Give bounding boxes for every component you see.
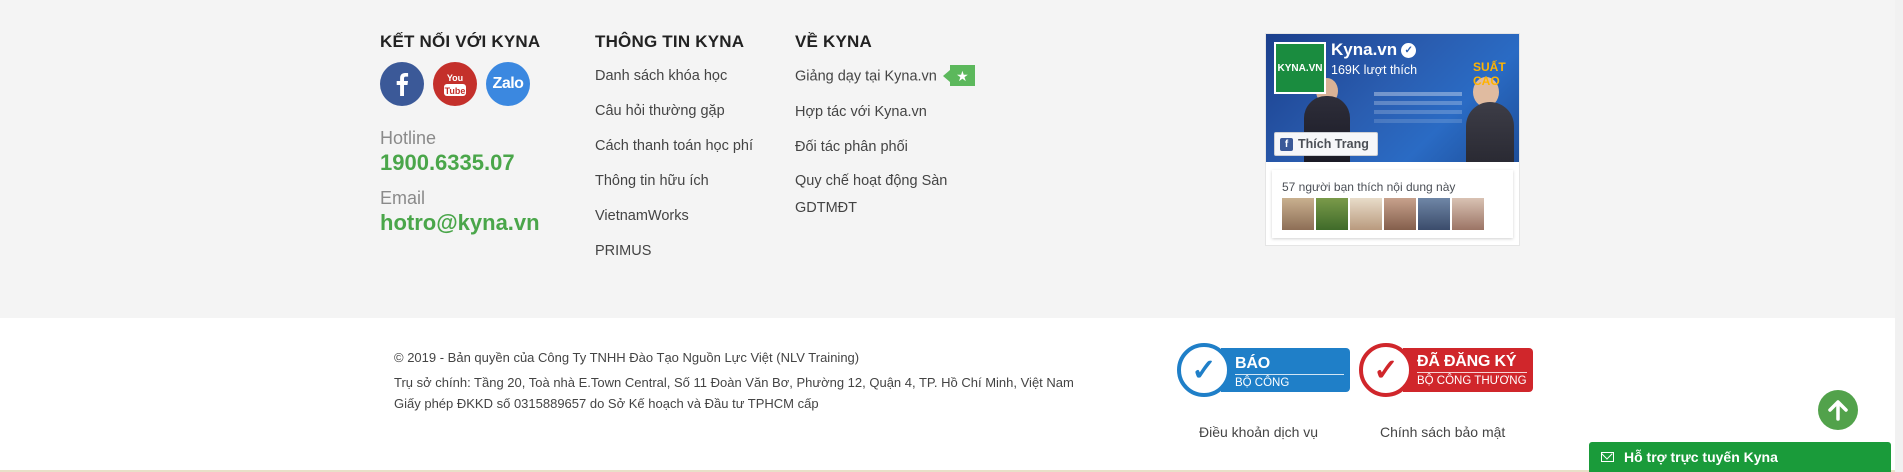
svg-text:Tube: Tube	[445, 86, 466, 96]
info-link-payment[interactable]: Cách thanh toán học phí	[595, 136, 795, 156]
info-links: Danh sách khóa học Câu hỏi thường gặp Cá…	[595, 66, 795, 261]
about-link-partner[interactable]: Hợp tác với Kyna.vn	[795, 102, 995, 122]
facebook-small-icon: f	[1280, 137, 1293, 151]
checkmark-icon: ✓	[1359, 343, 1413, 397]
info-title: THÔNG TIN KYNA	[595, 32, 745, 51]
connect-column: KẾT NỐI VỚI KYNA You Tube Zalo Hotline 1…	[380, 31, 580, 236]
notified-big: ĐÃ THÔNG BÁO	[1235, 334, 1319, 372]
license-text: Giấy phép ĐKKD số 0315889657 do Sở Kế ho…	[394, 396, 819, 411]
facebook-likes: 169K lượt thích	[1331, 63, 1418, 77]
info-link-vietnamworks[interactable]: VietnamWorks	[595, 206, 795, 226]
about-column: VỀ KYNA Giảng dạy tại Kyna.vn ★ Hợp tác …	[795, 31, 995, 237]
footer-top: KẾT NỐI VỚI KYNA You Tube Zalo Hotline 1…	[0, 0, 1903, 318]
info-column: THÔNG TIN KYNA Danh sách khóa học Câu hỏ…	[595, 31, 795, 276]
social-links: You Tube Zalo	[380, 62, 580, 106]
about-title: VỀ KYNA	[795, 32, 872, 51]
registered-small: BỘ CÔNG THƯƠNG	[1417, 371, 1527, 389]
friends-text: 57 người bạn thích nội dung này	[1282, 180, 1456, 194]
zalo-icon[interactable]: Zalo	[486, 62, 530, 106]
registered-big: ĐÃ ĐĂNG KÝ	[1417, 352, 1517, 370]
cover-person	[1466, 102, 1514, 162]
connect-title: KẾT NỐI VỚI KYNA	[380, 32, 541, 51]
avatar[interactable]	[1282, 198, 1314, 230]
avatar[interactable]	[1350, 198, 1382, 230]
about-links: Giảng dạy tại Kyna.vn ★ Hợp tác với Kyna…	[795, 65, 995, 222]
avatar[interactable]	[1452, 198, 1484, 230]
registered-label: ĐÃ ĐĂNG KÝ BỘ CÔNG THƯƠNG	[1403, 348, 1533, 392]
email-label: Email	[380, 188, 426, 208]
facebook-page-logo[interactable]: KYNA.VN	[1274, 42, 1326, 94]
online-support-label: Hỗ trợ trực tuyến Kyna	[1624, 449, 1778, 465]
facebook-page-name-text: Kyna.vn	[1331, 40, 1398, 59]
legal-info: © 2019 - Bản quyền của Công Ty TNHH Đào …	[394, 348, 1074, 419]
facebook-friends: 57 người bạn thích nội dung này	[1272, 170, 1513, 238]
privacy-link[interactable]: Chính sách bảo mật	[1380, 424, 1505, 440]
hotline-value[interactable]: 1900.6335.07	[380, 150, 580, 176]
svg-text:You: You	[447, 73, 463, 83]
copyright-text: © 2019 - Bản quyền của Công Ty TNHH Đào …	[394, 350, 860, 365]
cover-decoration	[1374, 92, 1462, 96]
avatar[interactable]	[1384, 198, 1416, 230]
badge-arrow	[942, 69, 950, 82]
info-link-courses[interactable]: Danh sách khóa học	[595, 66, 795, 86]
mail-icon	[1601, 452, 1614, 462]
info-link-faq[interactable]: Câu hỏi thường gặp	[595, 101, 795, 121]
online-support-button[interactable]: Hỗ trợ trực tuyến Kyna	[1589, 442, 1891, 472]
facebook-cover[interactable]: SUẤT CAO KYNA.VN Kyna.vn ✓ 169K lượt thíc…	[1266, 34, 1519, 162]
facebook-icon[interactable]	[380, 62, 424, 106]
notified-label: ĐÃ THÔNG BÁO BỘ CÔNG THƯƠNG	[1221, 335, 1350, 405]
notified-ministry-badge[interactable]: ✓ ĐÃ THÔNG BÁO BỘ CÔNG THƯƠNG	[1177, 335, 1350, 405]
arrow-up-icon	[1828, 400, 1848, 421]
verified-icon: ✓	[1401, 43, 1417, 58]
like-page-button[interactable]: f Thích Trang	[1274, 132, 1378, 156]
registered-ministry-badge[interactable]: ✓ ĐÃ ĐĂNG KÝ BỘ CÔNG THƯƠNG	[1359, 343, 1533, 397]
star-badge: ★	[942, 65, 975, 86]
info-link-primus[interactable]: PRIMUS	[595, 241, 795, 261]
terms-link[interactable]: Điều khoản dịch vụ	[1199, 424, 1318, 440]
info-link-useful[interactable]: Thông tin hữu ích	[595, 171, 795, 191]
like-page-label: Thích Trang	[1298, 137, 1369, 151]
about-link-regulation[interactable]: Quy chế hoạt động Sàn GDTMĐT	[795, 168, 995, 222]
scroll-to-top-button[interactable]	[1818, 390, 1858, 430]
avatar[interactable]	[1316, 198, 1348, 230]
notified-small: BỘ CÔNG THƯƠNG	[1235, 373, 1344, 407]
about-link-teach-label: Giảng dạy tại Kyna.vn	[795, 68, 937, 85]
hotline-label: Hotline	[380, 128, 437, 148]
about-link-distribution[interactable]: Đối tác phân phối	[795, 137, 995, 157]
youtube-icon[interactable]: You Tube	[433, 62, 477, 106]
friend-avatars	[1282, 198, 1484, 230]
checkmark-icon: ✓	[1177, 343, 1231, 397]
about-link-teach[interactable]: Giảng dạy tại Kyna.vn ★	[795, 65, 995, 87]
cover-text: SUẤT CAO	[1473, 60, 1506, 88]
email-value[interactable]: hotro@kyna.vn	[380, 210, 580, 236]
star-icon: ★	[949, 65, 975, 86]
page-scrollbar[interactable]	[1895, 0, 1903, 472]
facebook-page-widget[interactable]: SUẤT CAO KYNA.VN Kyna.vn ✓ 169K lượt thíc…	[1265, 33, 1520, 246]
facebook-page-name[interactable]: Kyna.vn ✓	[1331, 40, 1417, 60]
address-text: Trụ sở chính: Tầng 20, Toà nhà E.Town Ce…	[394, 374, 1074, 390]
avatar[interactable]	[1418, 198, 1450, 230]
